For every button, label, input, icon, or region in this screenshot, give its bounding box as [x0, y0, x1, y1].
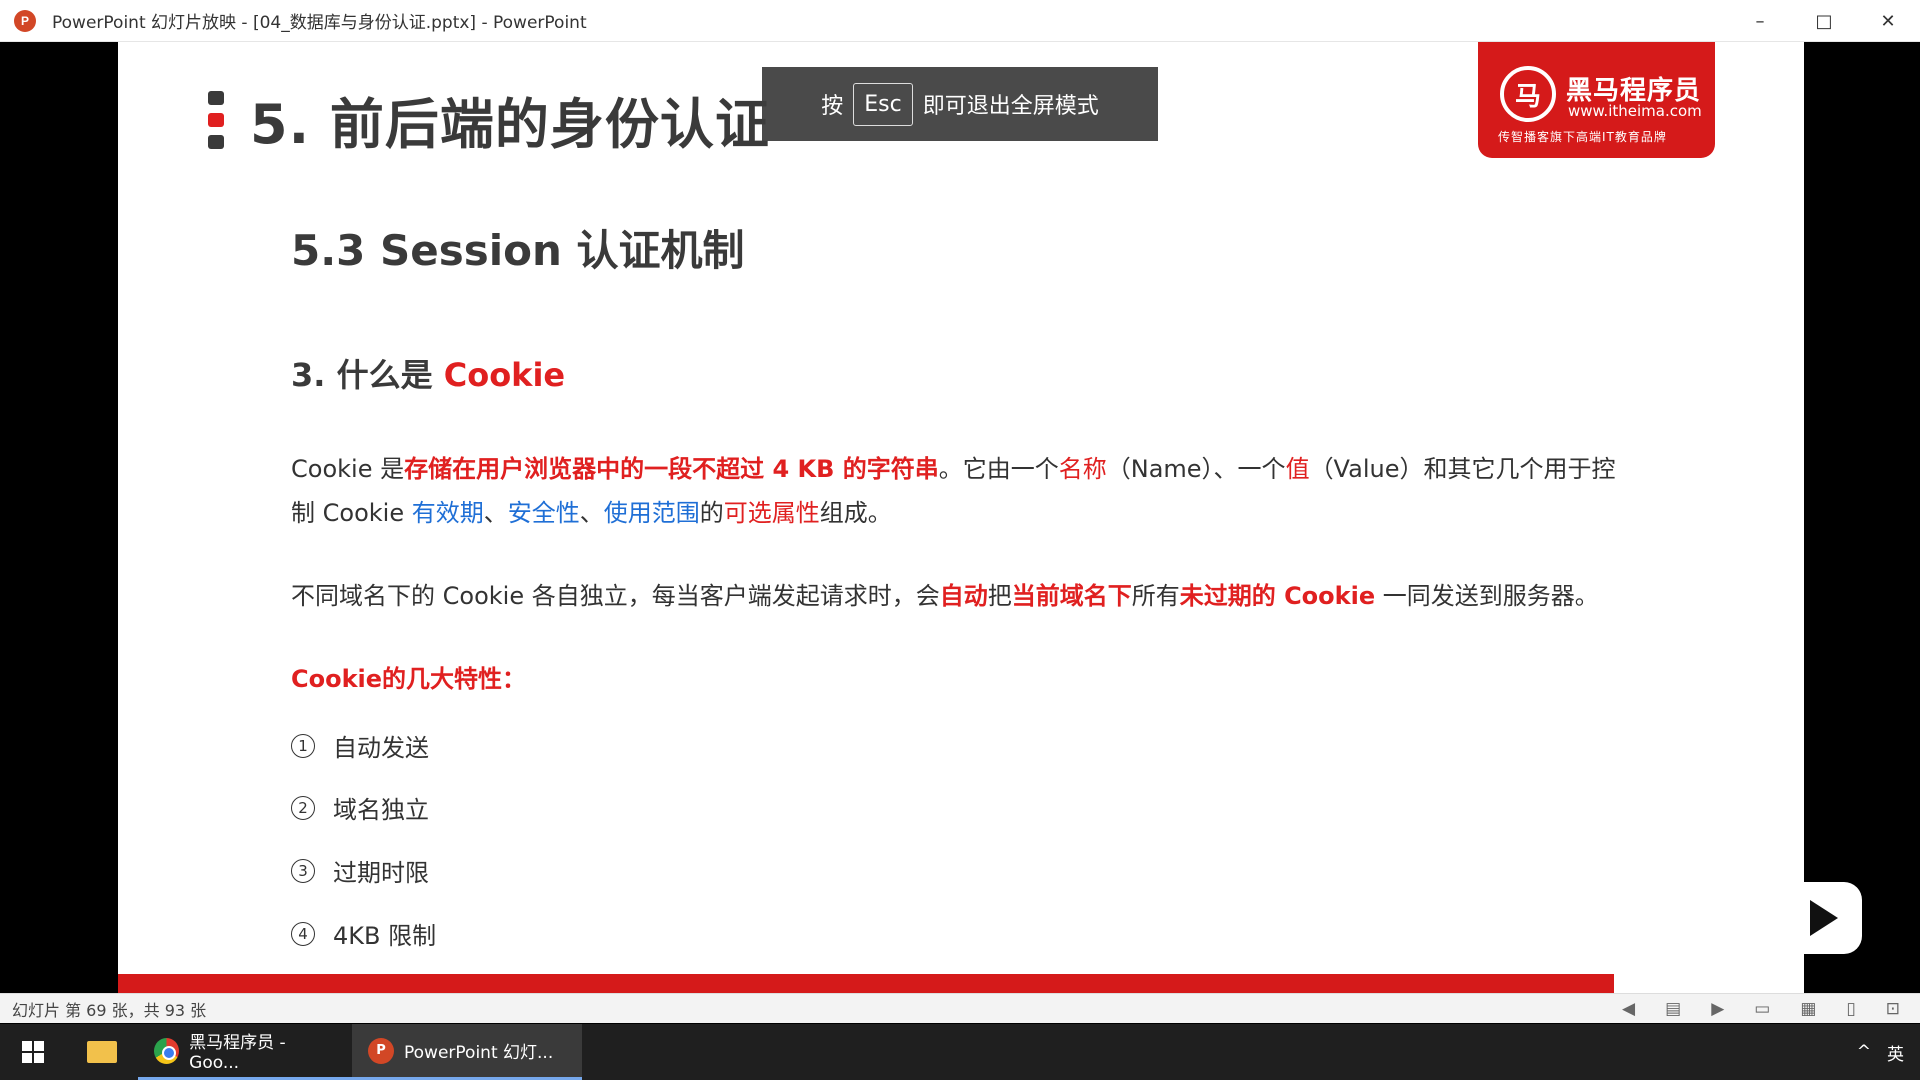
text-run: 名称 [1058, 455, 1107, 483]
feature-label: 域名独立 [333, 796, 429, 824]
folder-icon [87, 1041, 117, 1063]
taskbar-chrome[interactable]: 黑马程序员 - Goo... [138, 1024, 352, 1080]
main-title: 5. 前后端的身份认证 [250, 93, 770, 156]
cookie-definition-paragraph: Cookie 是存储在用户浏览器中的一段不超过 4 KB 的字符串。它由一个名称… [291, 447, 1621, 535]
circled-number-icon: 4 [291, 921, 315, 946]
normal-view-icon[interactable]: ▭ [1754, 999, 1770, 1019]
text-run: 安全性 [507, 499, 580, 527]
play-icon[interactable] [1780, 882, 1862, 954]
esc-key-icon: Esc [853, 82, 913, 126]
start-button[interactable] [0, 1024, 66, 1080]
section-title-prefix: 3. 什么是 [291, 356, 444, 394]
feature-label: 过期时限 [333, 859, 429, 887]
circled-number-icon: 1 [291, 733, 315, 758]
text-run: 未过期的 Cookie [1179, 582, 1376, 610]
statusbar: 幻灯片 第 69 张，共 93 张 ◀ ▤ ▶ ▭ ▦ ▯ ⊡ [0, 993, 1920, 1023]
tray-chevron-icon[interactable]: ^ [1857, 1042, 1871, 1062]
text-run: 自动 [939, 582, 988, 610]
text-run: 、 [579, 499, 604, 527]
feature-item: 1 自动发送 [291, 728, 429, 763]
text-run: 值 [1285, 455, 1310, 483]
system-tray: ^ 英 [1857, 1024, 1904, 1080]
text-run: 不同域名下的 Cookie 各自独立，每当客户端发起请求时，会 [291, 582, 940, 610]
slide-sorter-icon[interactable]: ▦ [1800, 999, 1816, 1019]
circled-number-icon: 3 [291, 858, 315, 883]
slideshow-stage[interactable]: 5. 前后端的身份认证 按 Esc 即可退出全屏模式 马 黑马程序员 www.i… [0, 42, 1920, 1004]
maximize-button[interactable]: □ [1792, 0, 1856, 42]
slide-counter: 幻灯片 第 69 张，共 93 张 [12, 1000, 207, 1020]
chrome-icon [154, 1037, 180, 1064]
cookie-domain-paragraph: 不同域名下的 Cookie 各自独立，每当客户端发起请求时，会自动把当前域名下所… [291, 574, 1621, 618]
text-run: 的 [699, 499, 724, 527]
text-run: 组成。 [819, 499, 892, 527]
horse-logo-icon: 马 [1500, 66, 1556, 122]
feature-label: 4KB 限制 [333, 922, 437, 950]
circled-number-icon: 2 [291, 795, 315, 820]
taskbar-powerpoint-label: PowerPoint 幻灯... [404, 1043, 554, 1063]
powerpoint-icon: P [368, 1037, 394, 1064]
feature-item: 3 过期时限 [291, 853, 429, 888]
text-run: 存储在用户浏览器中的一段不超过 4 KB 的字符串 [404, 455, 939, 483]
logo-url: www.itheima.com [1568, 102, 1702, 120]
taskbar: 黑马程序员 - Goo... P PowerPoint 幻灯... ^ 英 [0, 1024, 1920, 1080]
title-marker-icon [208, 90, 224, 149]
text-run: 。它由一个 [938, 455, 1059, 483]
text-run: 所有 [1131, 582, 1180, 610]
esc-fullscreen-tip: 按 Esc 即可退出全屏模式 [762, 67, 1158, 141]
slide[interactable]: 5. 前后端的身份认证 按 Esc 即可退出全屏模式 马 黑马程序员 www.i… [118, 42, 1804, 1004]
main-title-block: 5. 前后端的身份认证 [208, 80, 770, 159]
section-title-highlight: Cookie [443, 356, 566, 394]
next-icon[interactable]: ▶ [1711, 999, 1724, 1019]
previous-icon[interactable]: ◀ [1622, 999, 1635, 1019]
text-run: 有效期 [411, 499, 484, 527]
file-explorer-button[interactable] [66, 1024, 138, 1080]
menu-icon[interactable]: ▤ [1665, 999, 1681, 1019]
text-run: 使用范围 [603, 499, 700, 527]
feature-item: 2 域名独立 [291, 790, 429, 825]
text-run: 当前域名下 [1011, 582, 1132, 610]
brand-logo: 马 黑马程序员 www.itheima.com 传智播客旗下高端IT教育品牌 [1478, 42, 1715, 158]
slideshow-view-icon[interactable]: ⊡ [1886, 999, 1900, 1019]
minimize-button[interactable]: – [1728, 0, 1792, 42]
text-run: 把 [987, 582, 1012, 610]
windows-logo-icon [22, 1041, 44, 1063]
text-run: 一同发送到服务器。 [1375, 582, 1599, 610]
close-button[interactable]: ✕ [1856, 0, 1920, 42]
window-title: PowerPoint 幻灯片放映 - [04_数据库与身份认证.pptx] - … [52, 13, 587, 33]
features-title: Cookie的几大特性： [291, 665, 527, 693]
input-language[interactable]: 英 [1887, 1040, 1904, 1065]
text-run: 、 [483, 499, 508, 527]
feature-label: 自动发送 [333, 734, 429, 762]
feature-item: 4 4KB 限制 [291, 916, 436, 951]
window-titlebar: P PowerPoint 幻灯片放映 - [04_数据库与身份认证.pptx] … [0, 0, 1920, 42]
taskbar-powerpoint[interactable]: P PowerPoint 幻灯... [352, 1024, 582, 1080]
esc-tip-suffix: 即可退出全屏模式 [922, 94, 1099, 119]
logo-slogan: 传智播客旗下高端IT教育品牌 [1498, 130, 1667, 144]
taskbar-chrome-label: 黑马程序员 - Goo... [189, 1033, 286, 1073]
text-run: （Name）、一个 [1106, 455, 1286, 483]
powerpoint-app-icon: P [14, 9, 36, 32]
section-title: 3. 什么是 Cookie [291, 350, 565, 396]
subtitle: 5.3 Session 认证机制 [291, 226, 745, 275]
reading-view-icon[interactable]: ▯ [1846, 999, 1855, 1019]
text-run: 可选属性 [723, 499, 820, 527]
esc-tip-prefix: 按 [821, 94, 844, 119]
text-run: Cookie 是 [291, 455, 405, 483]
